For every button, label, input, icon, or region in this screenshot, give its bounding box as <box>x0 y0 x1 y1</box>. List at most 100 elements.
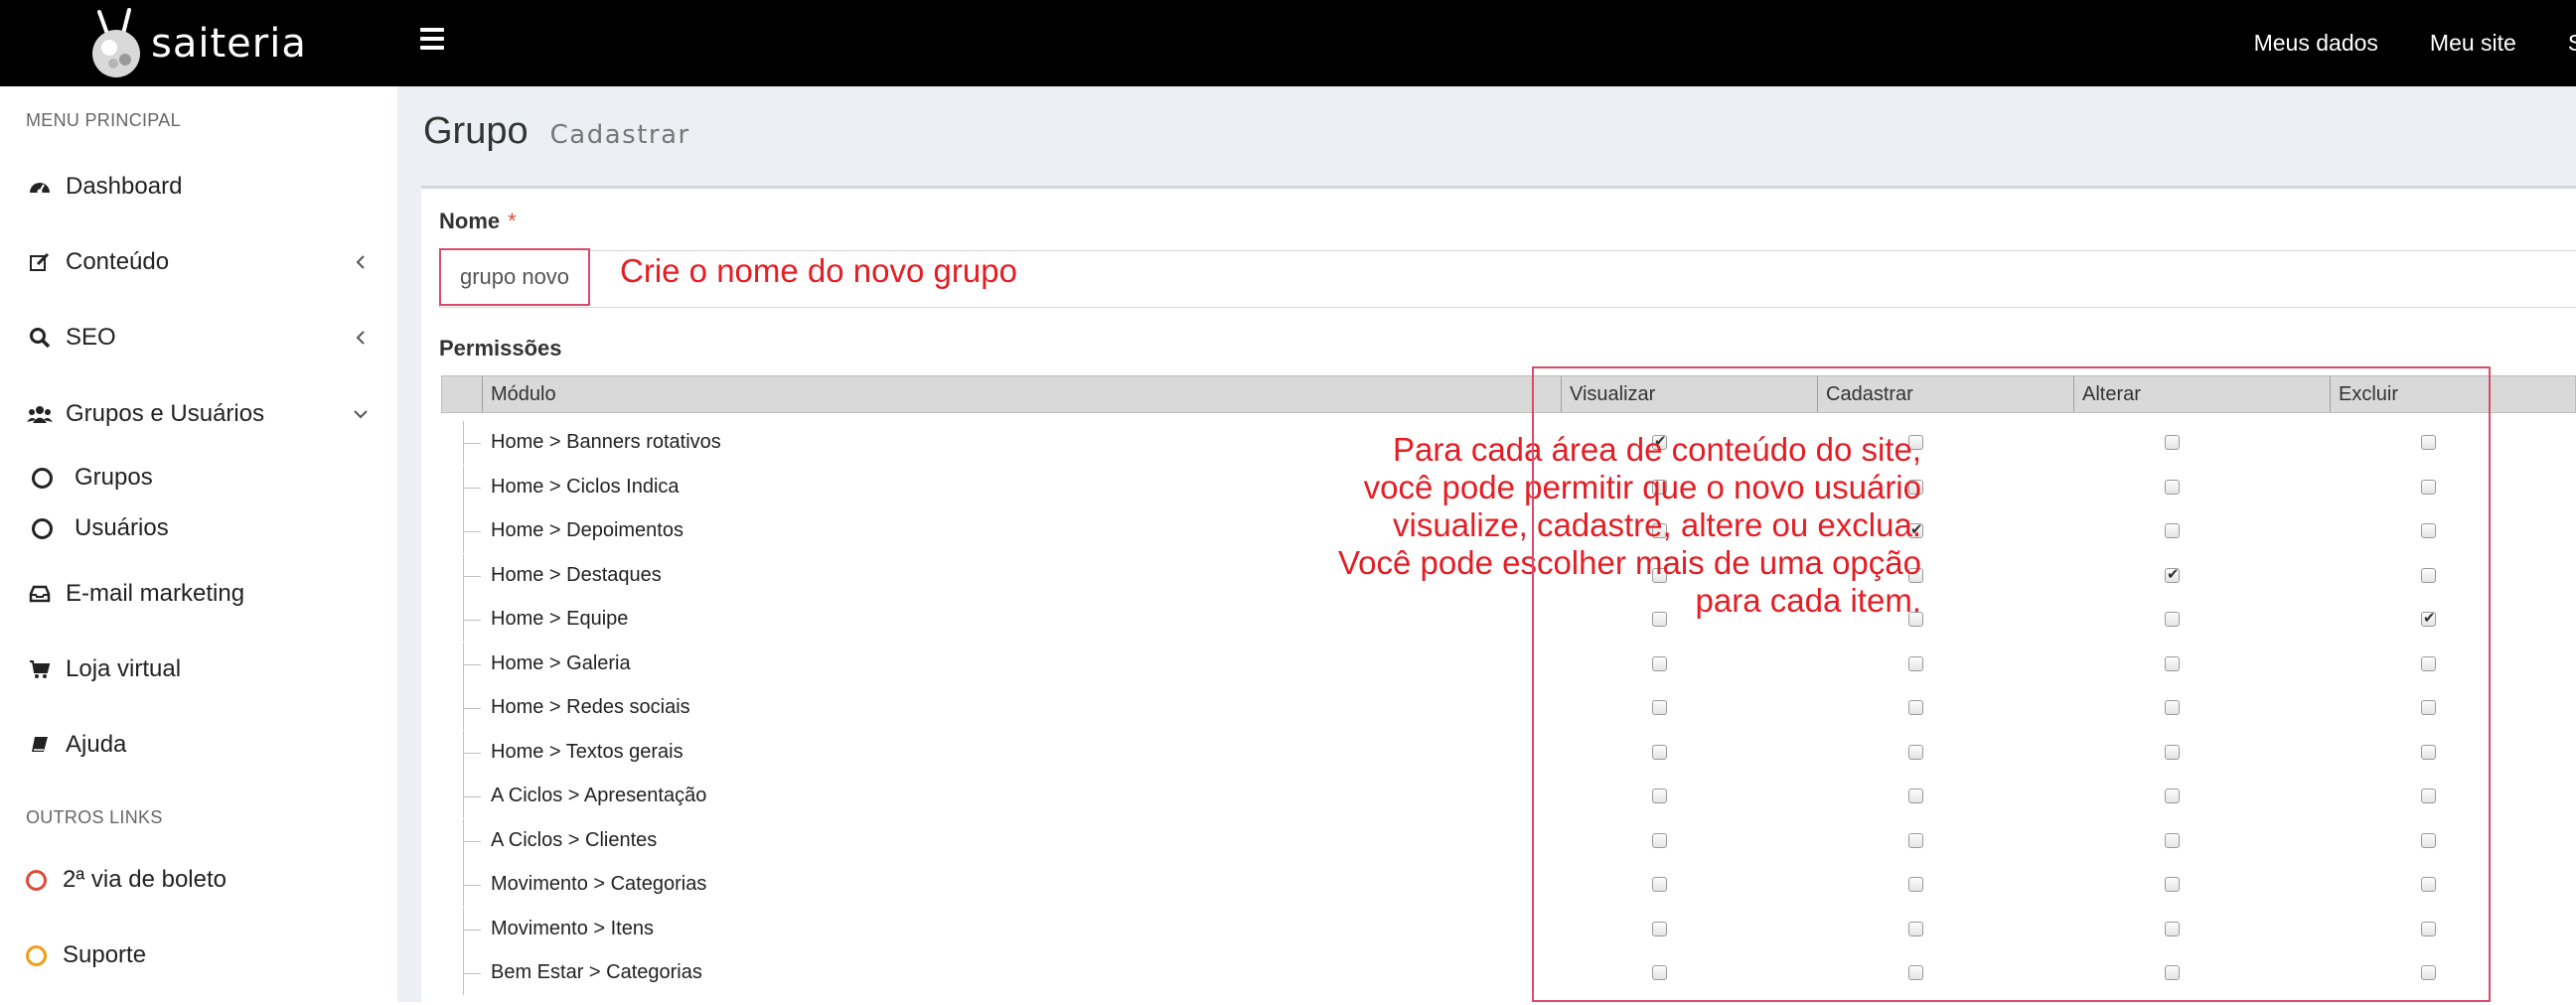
checkbox-edit[interactable] <box>2165 965 2180 980</box>
sidebar-item-virtual-store[interactable]: Loja virtual <box>26 649 374 689</box>
checkbox-edit[interactable] <box>2165 479 2180 495</box>
module-name: Home > Equipe <box>491 608 629 630</box>
sidebar-item-help[interactable]: Ajuda <box>26 725 374 765</box>
circle-red-icon <box>26 869 47 891</box>
checkbox-view[interactable] <box>1652 700 1667 715</box>
sidebar-item-groups-users[interactable]: Grupos e Usuários <box>26 394 374 434</box>
sidebar-item-seo[interactable]: SEO <box>26 318 374 358</box>
checkbox-edit[interactable] <box>2165 789 2180 803</box>
checkbox-delete[interactable] <box>2421 877 2436 892</box>
sidebar-item-email-marketing[interactable]: E-mail marketing <box>26 574 374 614</box>
tree-branch <box>463 531 481 532</box>
sidebar-item-label: E-mail marketing <box>66 580 245 607</box>
checkbox-create[interactable] <box>1908 789 1923 803</box>
checkbox-view[interactable] <box>1652 965 1667 980</box>
checkbox-edit[interactable] <box>2165 612 2180 627</box>
sidebar-item-label: Grupos <box>75 464 153 491</box>
checkbox-edit[interactable] <box>2165 877 2180 892</box>
checkbox-edit[interactable] <box>2165 744 2180 760</box>
checkbox-create[interactable] <box>1908 921 1923 936</box>
column-header-edit: Alterar <box>2073 376 2330 412</box>
sidebar-item-content[interactable]: Conteúdo <box>26 242 374 282</box>
group-name-input[interactable]: grupo novo <box>439 248 590 306</box>
sidebar-item-label: Dashboard <box>66 173 183 200</box>
checkbox-delete[interactable] <box>2421 789 2436 803</box>
checkbox-edit[interactable] <box>2165 655 2180 671</box>
chevron-down-icon <box>348 401 374 427</box>
checkbox-view[interactable] <box>1652 921 1667 936</box>
checkbox-edit[interactable] <box>2165 523 2180 538</box>
logout-link[interactable]: Sa <box>2568 30 2576 57</box>
my-site-link[interactable]: Meu site <box>2430 30 2516 57</box>
sidebar-item-label: Grupos e Usuários <box>66 400 265 427</box>
checkbox-delete[interactable] <box>2421 744 2436 760</box>
book-icon <box>26 732 54 758</box>
sidebar-item-boleto[interactable]: 2ª via de boleto <box>26 866 227 894</box>
module-name: Home > Redes sociais <box>491 696 690 718</box>
checkbox-create[interactable] <box>1908 965 1923 980</box>
sidebar-item-label: 2ª via de boleto <box>63 866 227 893</box>
module-name: Home > Banners rotativos <box>491 431 721 453</box>
sidebar-header-other: OUTROS LINKS <box>26 807 163 827</box>
checkbox-view[interactable] <box>1652 655 1667 671</box>
checkbox-delete[interactable] <box>2421 523 2436 538</box>
sidebar: MENU PRINCIPAL Dashboard Conteúdo SEO Gr… <box>0 86 397 1002</box>
checkbox-create[interactable] <box>1908 655 1923 671</box>
tree-branch <box>463 487 481 489</box>
checkbox-edit[interactable] <box>2165 435 2180 450</box>
module-name: Bem Estar > Categorias <box>491 961 702 983</box>
chevron-left-icon <box>348 325 374 351</box>
checkbox-view[interactable] <box>1652 877 1667 892</box>
main-content: Grupo Cadastrar Nome * grupo novo Crie o … <box>397 86 2576 1005</box>
sidebar-item-label: Conteúdo <box>66 248 170 275</box>
checkbox-view[interactable] <box>1652 789 1667 803</box>
sidebar-item-label: Usuários <box>75 514 169 541</box>
checkbox-create[interactable] <box>1908 877 1923 892</box>
checkbox-delete[interactable] <box>2421 479 2436 495</box>
table-row: Home > Textos gerais <box>441 730 2576 775</box>
sidebar-item-label: SEO <box>66 324 116 351</box>
sidebar-item-dashboard[interactable]: Dashboard <box>26 167 374 207</box>
checkbox-delete[interactable] <box>2421 609 2436 627</box>
edit-icon <box>26 249 54 275</box>
top-links: Meus dados Meu site Sa <box>2202 0 2576 86</box>
menu-toggle-icon[interactable] <box>420 28 444 50</box>
checkbox-create[interactable] <box>1908 832 1923 848</box>
sidebar-subitem-users[interactable]: Usuários <box>32 514 169 542</box>
tree-branch <box>463 796 481 797</box>
dashboard-icon <box>26 174 54 200</box>
tree-branch <box>463 575 481 577</box>
checkbox-delete[interactable] <box>2421 567 2436 583</box>
sidebar-item-label: Suporte <box>63 941 147 968</box>
checkbox-delete[interactable] <box>2421 435 2436 450</box>
checkbox-create[interactable] <box>1908 744 1923 760</box>
permissions-label: Permissões <box>439 336 562 360</box>
sidebar-subitem-groups[interactable]: Grupos <box>32 464 153 492</box>
checkbox-delete[interactable] <box>2421 965 2436 980</box>
checkbox-delete[interactable] <box>2421 921 2436 936</box>
checkbox-delete[interactable] <box>2421 700 2436 715</box>
cart-icon <box>26 656 54 682</box>
logo[interactable]: saiteria <box>87 8 307 79</box>
tree-branch <box>463 929 481 931</box>
table-row: Home > Galeria <box>441 642 2576 686</box>
sidebar-item-support[interactable]: Suporte <box>26 941 146 969</box>
permissions-table-header: Módulo Visualizar Cadastrar Alterar Excl… <box>441 375 2576 413</box>
checkbox-edit[interactable] <box>2165 565 2180 583</box>
module-name: Home > Textos gerais <box>491 740 683 763</box>
table-row: Movimento > Itens <box>441 907 2576 951</box>
checkbox-delete[interactable] <box>2421 655 2436 671</box>
module-name: Home > Depoimentos <box>491 519 683 541</box>
table-row: Movimento > Categorias <box>441 863 2576 907</box>
checkbox-delete[interactable] <box>2421 832 2436 848</box>
checkbox-view[interactable] <box>1652 744 1667 760</box>
checkbox-view[interactable] <box>1652 832 1667 848</box>
checkbox-create[interactable] <box>1908 700 1923 715</box>
module-name: Home > Galeria <box>491 651 631 674</box>
circle-orange-icon <box>26 944 47 966</box>
checkbox-edit[interactable] <box>2165 700 2180 715</box>
checkbox-edit[interactable] <box>2165 921 2180 936</box>
annotation-permissions: Para cada área de conteúdo do site, você… <box>1337 431 1921 619</box>
checkbox-edit[interactable] <box>2165 832 2180 848</box>
my-data-link[interactable]: Meus dados <box>2254 30 2378 57</box>
